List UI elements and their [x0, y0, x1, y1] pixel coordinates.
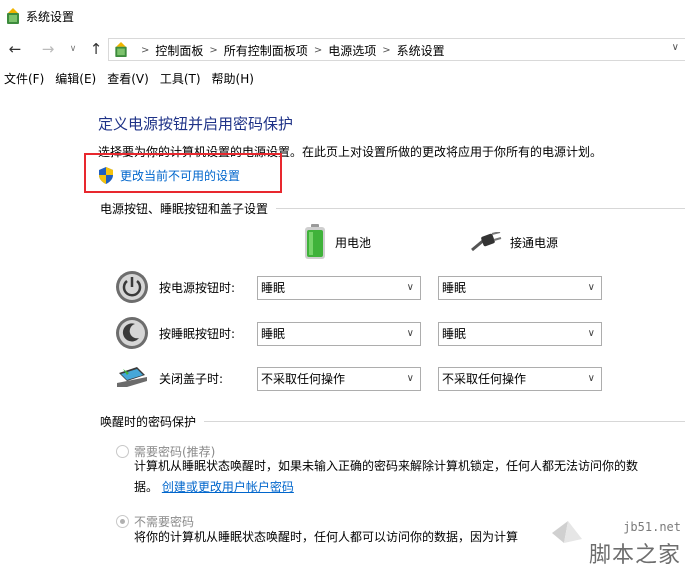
close-lid-plugged-select[interactable]: 不采取任何操作 ∨	[438, 367, 602, 391]
chevron-down-icon: ∨	[587, 373, 595, 384]
laptop-lid-icon	[117, 367, 147, 387]
power-button-battery-value: 睡眠	[261, 281, 286, 295]
menu-edit[interactable]: 编辑(E)	[51, 70, 100, 87]
control-panel-icon	[7, 8, 19, 24]
chevron-down-icon: ∨	[406, 373, 414, 384]
power-button-plugged-select[interactable]: 睡眠 ∨	[438, 276, 602, 300]
power-button-label: 按电源按钮时:	[159, 281, 236, 295]
back-arrow-icon[interactable]: ←	[6, 40, 24, 58]
menu-view[interactable]: 查看(V)	[103, 70, 153, 87]
chevron-down-icon: ∨	[587, 282, 595, 293]
breadcrumb-system-settings[interactable]: 系统设置	[397, 42, 445, 59]
sleep-button-battery-select[interactable]: 睡眠 ∨	[257, 322, 421, 346]
section-heading-password-text: 唤醒时的密码保护	[100, 415, 197, 429]
create-change-password-link[interactable]: 创建或更改用户帐户密码	[162, 480, 294, 494]
address-box[interactable]: > 控制面板 > 所有控制面板项 > 电源选项 > 系统设置 ∨	[108, 38, 685, 61]
require-password-radio[interactable]	[116, 445, 129, 458]
battery-icon	[305, 224, 325, 259]
section-heading-buttons: 电源按钮、睡眠按钮和盖子设置	[100, 200, 685, 217]
forward-arrow-icon[interactable]: →	[39, 40, 57, 58]
no-password-description: 将你的计算机从睡眠状态唤醒时，任何人都可以访问你的数据，因为计算	[134, 530, 519, 544]
power-plug-icon	[471, 232, 502, 252]
breadcrumb-chevron-icon[interactable]: >	[209, 45, 217, 56]
column-plugged-in: 接通电源	[470, 232, 558, 252]
no-password-radio[interactable]	[116, 515, 129, 528]
address-bar: ← → ∨ ↑ > 控制面板 > 所有控制面板项 > 电源选项 > 系统设置 ∨	[0, 34, 685, 64]
breadcrumb-chevron-icon[interactable]: >	[382, 45, 390, 56]
up-arrow-icon[interactable]: ↑	[87, 40, 105, 58]
power-icon	[116, 271, 148, 303]
highlight-annotation-box	[84, 153, 282, 193]
sleep-button-plugged-value: 睡眠	[442, 327, 467, 341]
close-lid-battery-select[interactable]: 不采取任何操作 ∨	[257, 367, 421, 391]
title-bar: 系统设置	[0, 0, 685, 34]
address-dropdown-icon[interactable]: ∨	[672, 42, 679, 53]
sleep-icon	[116, 317, 148, 349]
breadcrumb-control-panel[interactable]: 控制面板	[155, 42, 203, 59]
sleep-button-row: 按睡眠按钮时: 睡眠 ∨ 睡眠 ∨	[115, 316, 685, 350]
recent-locations-chevron-icon[interactable]: ∨	[64, 40, 82, 58]
menu-help[interactable]: 帮助(H)	[208, 70, 258, 87]
power-button-battery-select[interactable]: 睡眠 ∨	[257, 276, 421, 300]
sleep-button-plugged-select[interactable]: 睡眠 ∨	[438, 322, 602, 346]
column-battery: 用电池	[303, 224, 371, 260]
close-lid-battery-value: 不采取任何操作	[261, 372, 346, 386]
page-title: 定义电源按钮并启用密码保护	[98, 115, 294, 133]
power-button-plugged-value: 睡眠	[442, 281, 467, 295]
breadcrumb-all-items[interactable]: 所有控制面板项	[224, 42, 308, 59]
menu-tools[interactable]: 工具(T)	[156, 70, 205, 87]
main-content: 定义电源按钮并启用密码保护 选择要为你的计算机设置的电源设置。在此页上对设置所做…	[0, 90, 685, 571]
watermark-url: jb51.net	[623, 520, 681, 534]
menu-bar: 文件(F) 编辑(E) 查看(V) 工具(T) 帮助(H)	[0, 66, 685, 90]
sleep-button-label: 按睡眠按钮时:	[159, 327, 236, 341]
close-lid-row: 关闭盖子时: 不采取任何操作 ∨ 不采取任何操作 ∨	[115, 361, 685, 395]
section-heading-buttons-text: 电源按钮、睡眠按钮和盖子设置	[100, 202, 269, 216]
breadcrumb-power-options[interactable]: 电源选项	[328, 42, 376, 59]
section-divider	[276, 208, 685, 209]
watermark-name: 脚本之家	[588, 543, 681, 568]
require-password-description: 计算机从睡眠状态唤醒时，如果未输入正确的密码来解除计算机锁定，任何人都无法访问你…	[134, 456, 638, 498]
breadcrumb-chevron-icon[interactable]: >	[314, 45, 322, 56]
close-lid-plugged-value: 不采取任何操作	[442, 372, 527, 386]
require-password-desc-line2: 据。 创建或更改用户帐户密码	[134, 477, 638, 498]
sleep-button-battery-value: 睡眠	[261, 327, 286, 341]
chevron-down-icon: ∨	[406, 328, 414, 339]
power-button-row: 按电源按钮时: 睡眠 ∨ 睡眠 ∨	[115, 270, 685, 304]
column-battery-label: 用电池	[335, 235, 372, 250]
watermark: jb51.net 脚本之家	[548, 515, 685, 571]
menu-file[interactable]: 文件(F)	[0, 70, 48, 87]
control-panel-icon	[115, 41, 127, 58]
chevron-down-icon: ∨	[406, 282, 414, 293]
section-heading-password: 唤醒时的密码保护	[100, 413, 685, 430]
breadcrumb-chevron-icon[interactable]: >	[141, 45, 149, 56]
require-password-desc-line1: 计算机从睡眠状态唤醒时，如果未输入正确的密码来解除计算机锁定，任何人都无法访问你…	[134, 459, 639, 473]
section-divider	[204, 421, 685, 422]
column-plugged-label: 接通电源	[510, 235, 559, 250]
require-password-desc-prefix: 据。	[134, 480, 159, 494]
chevron-down-icon: ∨	[587, 328, 595, 339]
window-title: 系统设置	[26, 10, 75, 24]
breadcrumb: > 控制面板 > 所有控制面板项 > 电源选项 > 系统设置	[135, 42, 445, 59]
close-lid-label: 关闭盖子时:	[159, 372, 224, 386]
